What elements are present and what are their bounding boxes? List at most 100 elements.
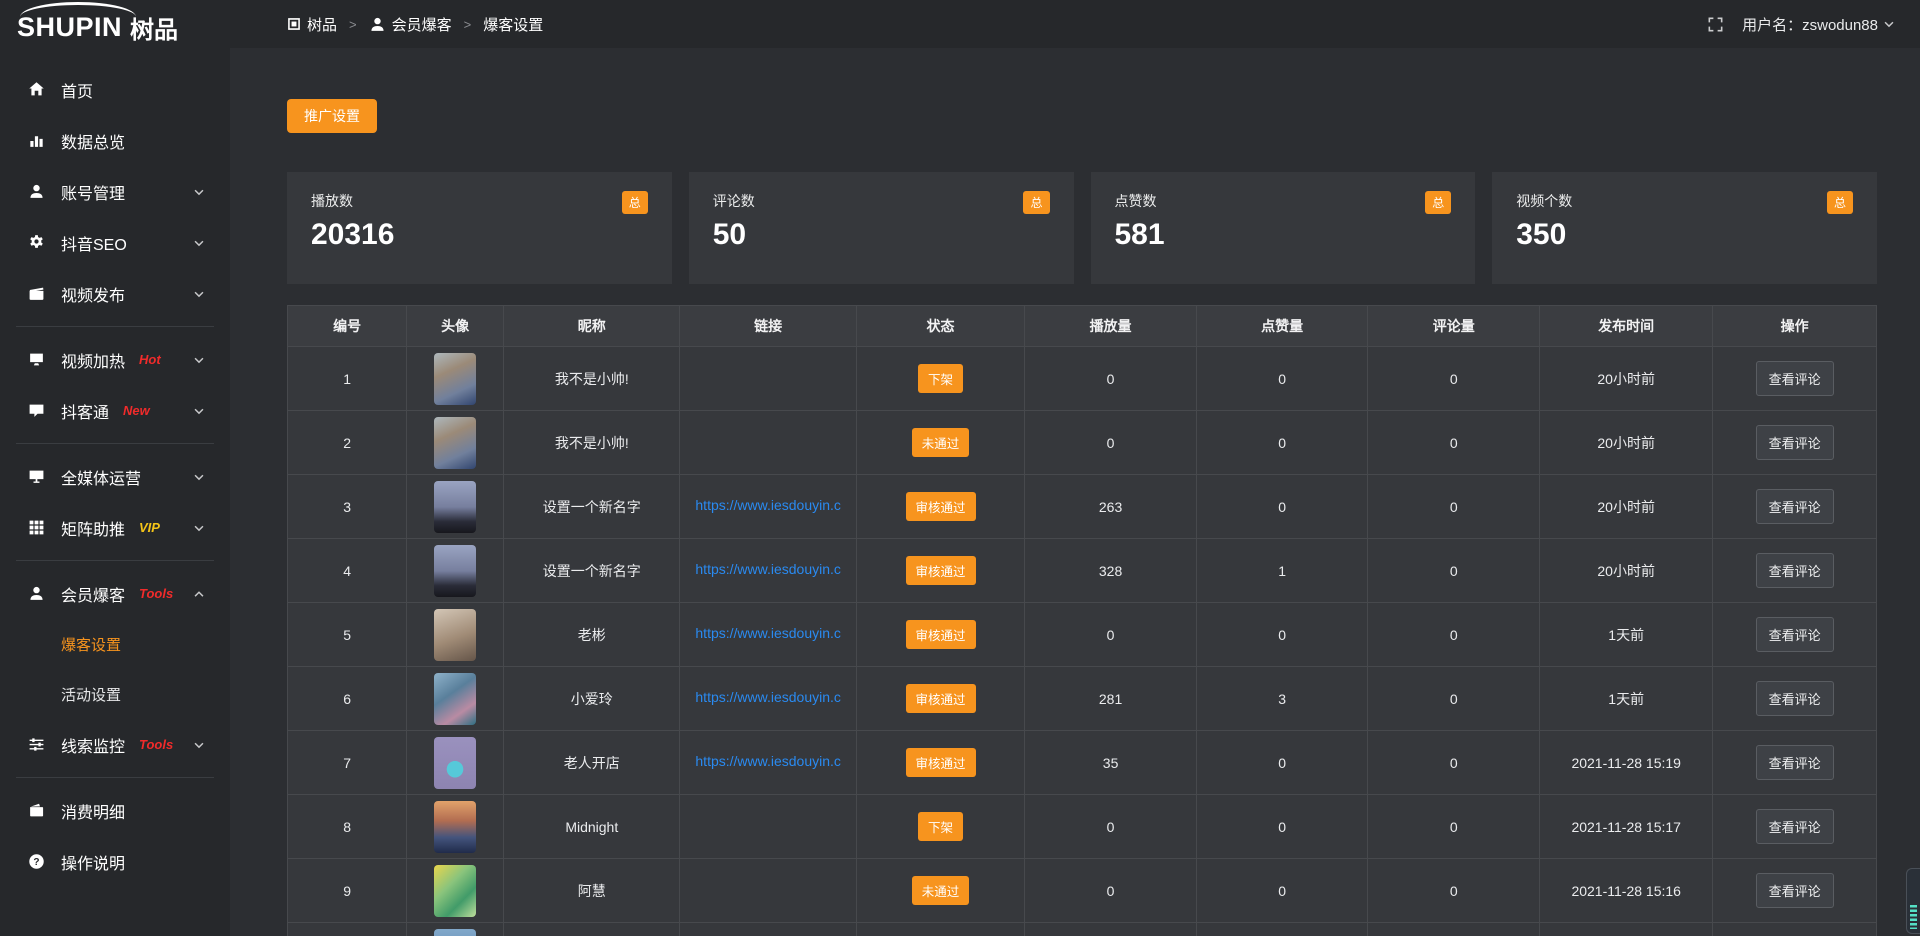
sliders-icon (28, 736, 46, 753)
cell-likes (1196, 923, 1368, 936)
cell-status: 审核通过 (856, 475, 1024, 539)
sidebar-item-label: 全媒体运营 (61, 465, 141, 489)
cell-id: 1 (288, 347, 407, 411)
view-comments-button[interactable]: 查看评论 (1756, 873, 1834, 908)
view-comments-button[interactable]: 查看评论 (1756, 361, 1834, 396)
topbar: SHUPIN 树品 树品>会员爆客>爆客设置 用户名：zswodun88 (0, 0, 1920, 48)
cell-id: 8 (288, 795, 407, 859)
cell-publish-time (1540, 923, 1713, 936)
sidebar-item-tag: VIP (139, 520, 160, 535)
sidebar-item-data-overview[interactable]: 数据总览 (0, 115, 230, 166)
view-comments-button[interactable]: 查看评论 (1756, 745, 1834, 780)
video-link[interactable]: https://www.iesdouyin.c (695, 561, 841, 577)
video-link[interactable]: https://www.iesdouyin.c (695, 625, 841, 641)
breadcrumb-item[interactable]: 会员爆客 (369, 14, 452, 35)
cell-nickname: 老人开店 (504, 731, 680, 795)
sidebar-item-douyin-seo[interactable]: 抖音SEO (0, 217, 230, 268)
stat-card: 评论数总50 (689, 172, 1074, 284)
sidebar-item-clue-monitoring[interactable]: 线索监控Tools (0, 719, 230, 770)
cell-avatar (407, 667, 504, 731)
view-comments-button[interactable]: 查看评论 (1756, 681, 1834, 716)
avatar (434, 673, 476, 725)
user-menu[interactable]: 用户名：zswodun88 (1742, 14, 1896, 35)
sidebar-item-consumption-details[interactable]: 消费明细 (0, 785, 230, 836)
sidebar-item-matrix-boost[interactable]: 矩阵助推VIP (0, 502, 230, 553)
cell-plays: 263 (1025, 475, 1197, 539)
video-link[interactable]: https://www.iesdouyin.c (695, 497, 841, 513)
breadcrumb-label: 会员爆客 (392, 14, 452, 35)
sidebar-item-all-media-operation[interactable]: 全媒体运营 (0, 451, 230, 502)
cell-action (1713, 923, 1877, 936)
user-icon (28, 183, 46, 200)
cell-link (680, 923, 856, 936)
table-row: 4设置一个新名字https://www.iesdouyin.c审核通过32810… (288, 539, 1877, 603)
cell-likes: 1 (1196, 539, 1368, 603)
user-icon (369, 16, 386, 33)
sidebar-item-account-management[interactable]: 账号管理 (0, 166, 230, 217)
sidebar-item-home[interactable]: 首页 (0, 64, 230, 115)
avatar (434, 545, 476, 597)
cell-link: https://www.iesdouyin.c (680, 603, 856, 667)
main-content: 推广设置 播放数总20316评论数总50点赞数总581视频个数总350 编号头像… (230, 48, 1920, 936)
cell-status: 审核通过 (856, 731, 1024, 795)
cell-comments: 0 (1368, 411, 1540, 475)
table-header-row: 编号头像昵称链接状态播放量点赞量评论量发布时间操作 (288, 306, 1877, 347)
cell-id: 6 (288, 667, 407, 731)
cell-status: 下架 (856, 347, 1024, 411)
cell-avatar (407, 411, 504, 475)
video-link[interactable]: https://www.iesdouyin.c (695, 753, 841, 769)
floating-widget[interactable] (1906, 868, 1920, 934)
video-link[interactable]: https://www.iesdouyin.c (695, 689, 841, 705)
cell-likes: 0 (1196, 411, 1368, 475)
column-header: 编号 (288, 306, 407, 347)
view-comments-button[interactable]: 查看评论 (1756, 553, 1834, 588)
stat-card: 视频个数总350 (1492, 172, 1877, 284)
cell-status (856, 923, 1024, 936)
cell-avatar (407, 859, 504, 923)
sidebar-item-member-baoke[interactable]: 会员爆客Tools (0, 568, 230, 619)
cell-nickname: Midnight (504, 795, 680, 859)
view-comments-button[interactable]: 查看评论 (1756, 489, 1834, 524)
question-icon: ? (28, 853, 46, 870)
sidebar-item-operation-guide[interactable]: ?操作说明 (0, 836, 230, 887)
breadcrumb-item[interactable]: 树品 (287, 14, 337, 35)
cell-id: 7 (288, 731, 407, 795)
view-comments-button[interactable]: 查看评论 (1756, 809, 1834, 844)
cell-comments: 0 (1368, 539, 1540, 603)
chevron-down-icon (192, 236, 210, 250)
user-icon (28, 585, 46, 602)
cell-publish-time: 20小时前 (1540, 539, 1713, 603)
breadcrumb-label: 树品 (307, 14, 337, 35)
sidebar-subitem-baoke-settings[interactable]: 爆客设置 (0, 619, 230, 669)
cell-action: 查看评论 (1713, 603, 1877, 667)
column-header: 点赞量 (1196, 306, 1368, 347)
promo-settings-button[interactable]: 推广设置 (287, 99, 377, 133)
cell-plays: 0 (1025, 411, 1197, 475)
column-header: 链接 (680, 306, 856, 347)
cell-likes: 0 (1196, 475, 1368, 539)
cell-id: 2 (288, 411, 407, 475)
status-badge: 审核通过 (906, 620, 976, 649)
cell-avatar (407, 475, 504, 539)
sidebar-item-label: 首页 (61, 78, 93, 102)
cell-plays: 328 (1025, 539, 1197, 603)
cell-comments: 0 (1368, 795, 1540, 859)
stat-card-header: 点赞数总 (1115, 191, 1452, 214)
cell-link (680, 347, 856, 411)
table-row: 6小爱玲https://www.iesdouyin.c审核通过281301天前查… (288, 667, 1877, 731)
cell-nickname: 设置一个新名字 (504, 475, 680, 539)
sidebar-item-video-publish[interactable]: 视频发布 (0, 268, 230, 319)
view-comments-button[interactable]: 查看评论 (1756, 617, 1834, 652)
cell-link (680, 859, 856, 923)
chevron-up-icon (192, 587, 210, 601)
status-badge: 审核通过 (906, 556, 976, 585)
fullscreen-icon[interactable] (1707, 16, 1724, 33)
topbar-right: 用户名：zswodun88 (1707, 14, 1920, 35)
sidebar-item-douketong[interactable]: 抖客通New (0, 385, 230, 436)
sidebar-item-video-heating[interactable]: 视频加热Hot (0, 334, 230, 385)
sidebar-subitem-activity-settings[interactable]: 活动设置 (0, 669, 230, 719)
view-comments-button[interactable]: 查看评论 (1756, 425, 1834, 460)
app-logo[interactable]: SHUPIN 树品 (0, 0, 230, 48)
cell-comments: 0 (1368, 731, 1540, 795)
column-header: 昵称 (504, 306, 680, 347)
